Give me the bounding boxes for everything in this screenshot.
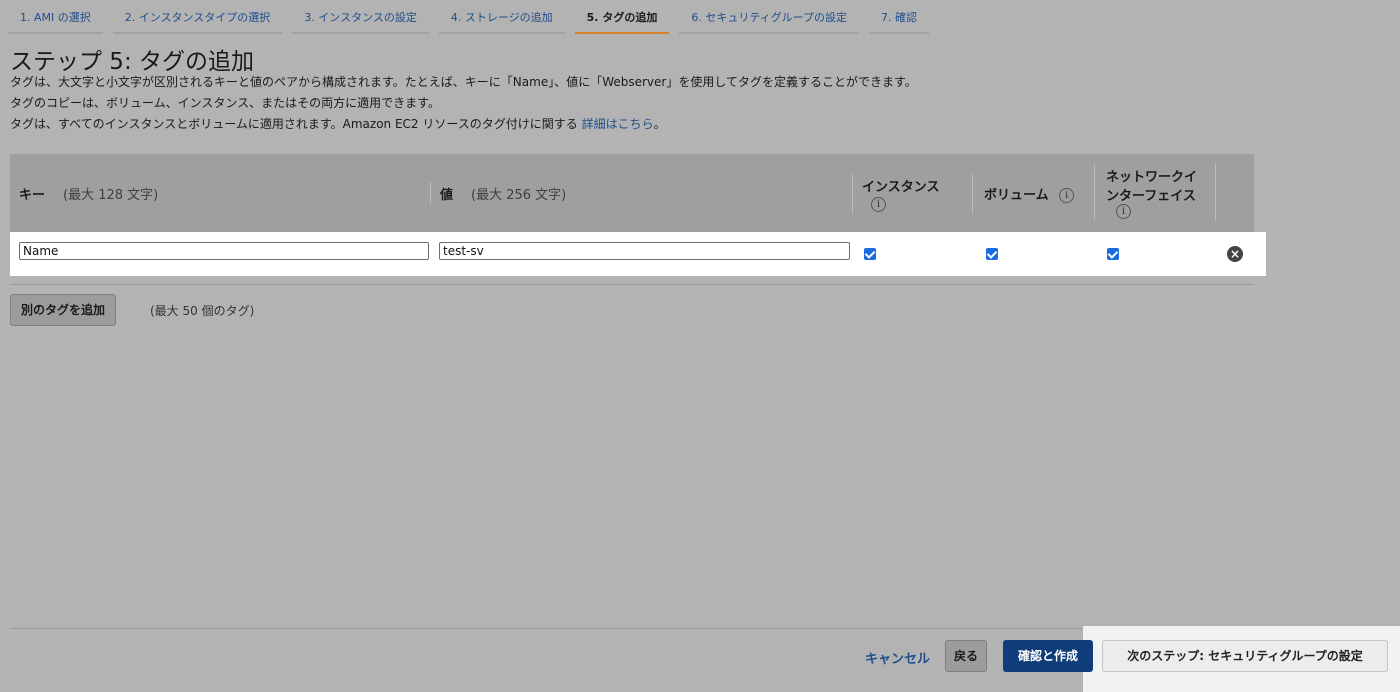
description-end: 。 [653, 117, 666, 131]
table-row: × [10, 232, 1266, 276]
column-divider [1215, 164, 1216, 220]
column-divider [430, 182, 431, 204]
add-tag-button[interactable]: 別のタグを追加 [10, 294, 117, 326]
volume-header-label: ボリューム [984, 188, 1049, 203]
column-divider [1094, 164, 1095, 220]
description-line-2: タグのコピーは、ボリューム、インスタンス、またはその両方に適用できます。 [10, 96, 440, 110]
value-column-header: 値 (最大 256 文字) [440, 184, 566, 203]
info-icon[interactable]: i [1059, 188, 1075, 203]
network-header-label-2: ンターフェイス [1106, 189, 1196, 204]
review-and-launch-button[interactable]: 確認と作成 [1003, 640, 1093, 672]
tag-table-header: キー (最大 128 文字) 値 (最大 256 文字) インスタンス i ボリュー… [10, 154, 1254, 232]
description-line-3: タグは、すべてのインスタンスとボリュームに適用されます。Amazon EC2 リ… [10, 117, 666, 131]
tag-value-input[interactable] [439, 242, 850, 260]
cancel-link[interactable]: キャンセル [865, 648, 930, 667]
step-tab-ami[interactable]: 1. AMI の選択 [8, 0, 103, 34]
instance-checkbox[interactable] [864, 248, 876, 260]
next-step-button[interactable]: 次のステップ: セキュリティグループの設定 [1102, 640, 1388, 672]
info-icon[interactable]: i [1116, 204, 1131, 219]
step-tab-configure-instance[interactable]: 3. インスタンスの設定 [292, 0, 429, 34]
step-tab-instance-type[interactable]: 2. インスタンスタイプの選択 [112, 0, 283, 34]
max-tags-note: (最大 50 個のタグ) [150, 304, 255, 318]
column-divider [972, 174, 973, 214]
step-tab-review[interactable]: 7. 確認 [869, 0, 929, 34]
value-header-label: 値 [440, 188, 454, 203]
wizard-steps: 1. AMI の選択 2. インスタンスタイプの選択 3. インスタンスの設定 … [8, 0, 939, 34]
network-interface-checkbox[interactable] [1107, 248, 1119, 260]
description-line-1: タグは、大文字と小文字が区別されるキーと値のペアから構成されます。たとえば、キー… [10, 75, 917, 89]
step-tab-storage[interactable]: 4. ストレージの追加 [438, 0, 565, 34]
key-header-hint: (最大 128 文字) [63, 188, 159, 203]
instance-column-header: インスタンス i [862, 176, 962, 212]
table-divider [10, 284, 1254, 285]
step-tab-tags[interactable]: 5. タグの追加 [574, 0, 670, 34]
instance-header-label: インスタンス [862, 180, 940, 195]
tag-key-input[interactable] [19, 242, 429, 260]
network-header-label-1: ネットワークイ [1106, 170, 1198, 185]
back-button[interactable]: 戻る [945, 640, 987, 672]
remove-tag-icon[interactable]: × [1227, 246, 1243, 262]
step-tab-security-group[interactable]: 6. セキュリティグループの設定 [679, 0, 859, 34]
info-icon[interactable]: i [871, 197, 886, 212]
column-divider [852, 174, 853, 214]
page-title: ステップ 5: タグの追加 [10, 49, 255, 75]
key-header-label: キー [19, 188, 46, 203]
volume-column-header: ボリューム i [984, 184, 1075, 203]
description-text: タグは、すべてのインスタンスとボリュームに適用されます。Amazon EC2 リ… [10, 117, 578, 131]
learn-more-link[interactable]: 詳細はこちら [582, 117, 654, 131]
volume-checkbox[interactable] [986, 248, 998, 260]
network-interface-column-header: ネットワークイ ンターフェイス i [1106, 166, 1221, 219]
value-header-hint: (最大 256 文字) [471, 188, 567, 203]
key-column-header: キー (最大 128 文字) [19, 184, 158, 203]
